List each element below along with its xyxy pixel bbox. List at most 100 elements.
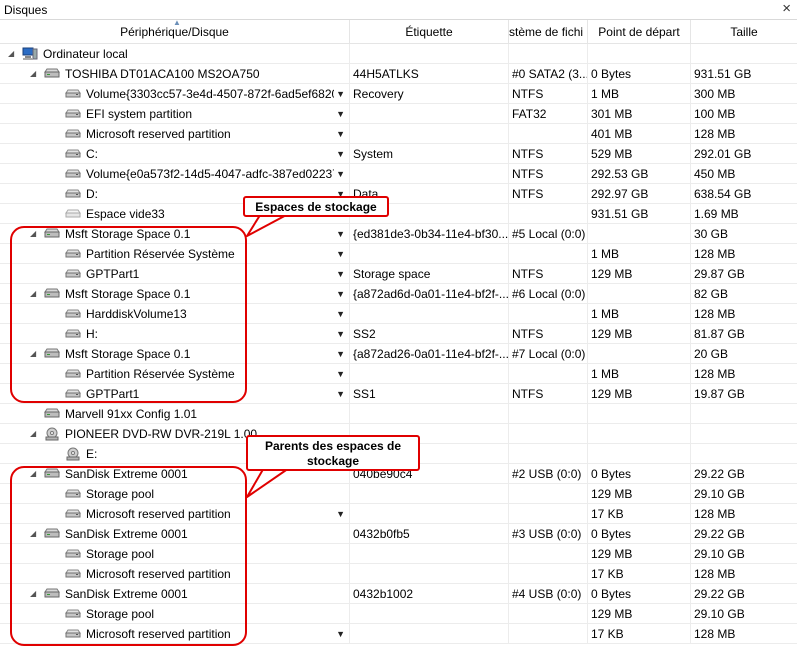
label-cell (350, 544, 509, 564)
partition-icon (65, 107, 81, 121)
dropdown-arrow-icon[interactable]: ▼ (336, 84, 345, 104)
tree-row[interactable]: Marvell 91xx Config 1.01 (0, 404, 797, 424)
start-cell (588, 444, 691, 464)
device-cell: ◢ Msft Storage Space 0.1 ▼ (0, 284, 350, 304)
filesystem-cell: #2 USB (0:0) (509, 464, 588, 484)
tree-row[interactable]: C: ▼ System NTFS 529 MB 292.01 GB (0, 144, 797, 164)
close-icon[interactable]: × (782, 0, 791, 17)
filesystem-cell: #0 SATA2 (3... (509, 64, 588, 84)
tree-row[interactable]: ◢ Msft Storage Space 0.1 ▼ {ed381de3-0b34-1… (0, 224, 797, 244)
device-name: GPTPart1 (86, 267, 140, 281)
tree-row[interactable]: D: ▼ Data NTFS 292.97 GB 638.54 GB (0, 184, 797, 204)
label-cell (350, 404, 509, 424)
tree-row[interactable]: ◢ Msft Storage Space 0.1 ▼ {a872ad26-0a01-1… (0, 344, 797, 364)
dropdown-arrow-icon[interactable]: ▼ (336, 284, 345, 304)
tree-row[interactable]: Espace vide33 931.51 GB 1.69 MB (0, 204, 797, 224)
dropdown-arrow-icon[interactable]: ▼ (336, 264, 345, 284)
tree-row[interactable]: Microsoft reserved partition ▼ 17 KB 128 MB (0, 624, 797, 644)
device-name: Volume{3303cc57-3e4d-4507-872f-6ad5ef682… (86, 87, 334, 101)
device-cell: Storage pool (0, 484, 350, 504)
dropdown-arrow-icon[interactable]: ▼ (336, 384, 345, 404)
partition-icon (65, 627, 81, 641)
column-size[interactable]: Taille (691, 20, 797, 44)
filesystem-cell: NTFS (509, 384, 588, 404)
tree-row[interactable]: ◢ TOSHIBA DT01ACA100 MS2OA750 44H5ATLKS #0 … (0, 64, 797, 84)
column-filesystem[interactable]: stème de fichi (509, 20, 588, 44)
start-cell: 0 Bytes (588, 584, 691, 604)
dropdown-arrow-icon[interactable]: ▼ (336, 344, 345, 364)
disk-icon (44, 227, 60, 241)
start-cell: 0 Bytes (588, 64, 691, 84)
expand-toggle-icon[interactable]: ◢ (30, 349, 36, 359)
dropdown-arrow-icon[interactable]: ▼ (336, 224, 345, 244)
tree-row[interactable]: ◢ Msft Storage Space 0.1 ▼ {a872ad6d-0a01-1… (0, 284, 797, 304)
filesystem-cell (509, 244, 588, 264)
partition-icon (65, 87, 81, 101)
dropdown-arrow-icon[interactable]: ▼ (336, 124, 345, 144)
disk-icon (44, 527, 60, 541)
dropdown-arrow-icon[interactable]: ▼ (336, 304, 345, 324)
device-name: TOSHIBA DT01ACA100 MS2OA750 (65, 67, 260, 81)
device-cell: Microsoft reserved partition ▼ (0, 504, 350, 524)
size-cell: 30 GB (694, 227, 729, 241)
expand-toggle-icon[interactable]: ◢ (30, 289, 36, 299)
start-cell (588, 424, 691, 444)
tree-row[interactable]: HarddiskVolume13 ▼ 1 MB 128 MB (0, 304, 797, 324)
dropdown-arrow-icon[interactable]: ▼ (336, 624, 345, 644)
partition-icon (65, 327, 81, 341)
tree-row[interactable]: ◢ SanDisk Extreme 0001 0432b0fb5 #3 USB (0:… (0, 524, 797, 544)
size-cell: 29.87 GB (694, 267, 745, 281)
dropdown-arrow-icon[interactable]: ▼ (336, 504, 345, 524)
expand-toggle-icon[interactable]: ◢ (30, 229, 36, 239)
tree-row[interactable]: EFI system partition ▼ FAT32 301 MB 100 MB (0, 104, 797, 124)
label-cell (350, 604, 509, 624)
dropdown-arrow-icon[interactable]: ▼ (336, 104, 345, 124)
dropdown-arrow-icon[interactable]: ▼ (336, 164, 345, 184)
device-name: Microsoft reserved partition (86, 567, 231, 581)
dropdown-arrow-icon[interactable]: ▼ (336, 364, 345, 384)
tree-row[interactable]: Partition Réservée Système ▼ 1 MB 128 MB (0, 364, 797, 384)
tree-row[interactable]: Microsoft reserved partition 17 KB 128 MB (0, 564, 797, 584)
expand-toggle-icon[interactable]: ◢ (30, 529, 36, 539)
expand-toggle-icon[interactable]: ◢ (30, 69, 36, 79)
dropdown-arrow-icon[interactable]: ▼ (336, 324, 345, 344)
label-cell: Storage space (350, 264, 509, 284)
label-cell (350, 104, 509, 124)
tree-row[interactable]: Microsoft reserved partition ▼ 17 KB 128 MB (0, 504, 797, 524)
tree-row[interactable]: GPTPart1 ▼ SS1 NTFS 129 MB 19.87 GB (0, 384, 797, 404)
column-device[interactable]: ▲ Périphérique/Disque (0, 20, 350, 44)
start-cell: 129 MB (588, 544, 691, 564)
tree-row[interactable]: H: ▼ SS2 NTFS 129 MB 81.87 GB (0, 324, 797, 344)
tree-row[interactable]: Microsoft reserved partition ▼ 401 MB 128 M… (0, 124, 797, 144)
device-name: H: (86, 327, 98, 341)
tree-row[interactable]: Storage pool 129 MB 29.10 GB (0, 544, 797, 564)
expand-toggle-icon[interactable]: ◢ (30, 429, 36, 439)
size-cell: 1.69 MB (694, 207, 739, 221)
tree-row[interactable]: ◢ Ordinateur local (0, 44, 797, 64)
label-cell (350, 624, 509, 644)
partition-icon (65, 487, 81, 501)
column-label[interactable]: Étiquette (350, 20, 509, 44)
tree-row[interactable]: Volume{3303cc57-3e4d-4507-872f-6ad5ef682… (0, 84, 797, 104)
column-start[interactable]: Point de départ (588, 20, 691, 44)
partition-icon (65, 267, 81, 281)
tree-row[interactable]: Storage pool 129 MB 29.10 GB (0, 484, 797, 504)
start-cell: 129 MB (588, 264, 691, 284)
tree-row[interactable]: Storage pool 129 MB 29.10 GB (0, 604, 797, 624)
dropdown-arrow-icon[interactable]: ▼ (336, 244, 345, 264)
tree-row[interactable]: Partition Réservée Système ▼ 1 MB 128 MB (0, 244, 797, 264)
partition-icon (65, 307, 81, 321)
start-cell: 1 MB (588, 364, 691, 384)
filesystem-cell (509, 484, 588, 504)
expand-toggle-icon[interactable]: ◢ (30, 589, 36, 599)
device-cell: HarddiskVolume13 ▼ (0, 304, 350, 324)
tree-row[interactable]: Volume{e0a573f2-14d5-4047-adfc-387ed0223… (0, 164, 797, 184)
device-cell: GPTPart1 ▼ (0, 264, 350, 284)
tree-row[interactable]: GPTPart1 ▼ Storage space NTFS 129 MB 29.87 GB (0, 264, 797, 284)
expand-toggle-icon[interactable]: ◢ (30, 469, 36, 479)
expand-toggle-icon[interactable]: ◢ (8, 49, 14, 59)
device-name: SanDisk Extreme 0001 (65, 587, 188, 601)
tree-row[interactable]: ◢ SanDisk Extreme 0001 0432b1002 #4 USB (0:… (0, 584, 797, 604)
dropdown-arrow-icon[interactable]: ▼ (336, 144, 345, 164)
device-name: Microsoft reserved partition (86, 507, 231, 521)
